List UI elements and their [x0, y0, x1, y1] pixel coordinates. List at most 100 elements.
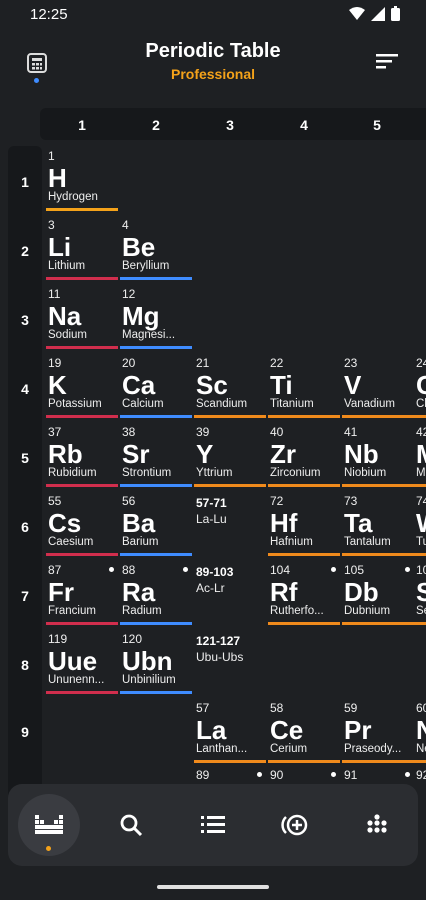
element-cell-scandium[interactable]: 21 Sc Scandium — [194, 354, 266, 418]
element-symbol: Sc — [196, 370, 228, 400]
category-bar — [46, 691, 118, 694]
category-bar — [342, 415, 414, 418]
radioactive-dot — [257, 772, 262, 777]
element-cell-yttrium[interactable]: 39 Y Yttrium — [194, 423, 266, 487]
element-cell-lanthanum[interactable]: 57 La Lanthan... — [194, 699, 266, 763]
element-name: Rubidium — [48, 467, 97, 479]
element-cell-seaborgium[interactable]: 106 S Se — [414, 561, 426, 625]
element-cell-actinium[interactable]: 89 — [194, 766, 266, 784]
element-cell-strontium[interactable]: 38 Sr Strontium — [120, 423, 192, 487]
element-cell-potassium[interactable]: 19 K Potassium — [46, 354, 118, 418]
element-cell-unbinilium[interactable]: 120 Ubn Unbinilium — [120, 630, 192, 694]
element-cell-zirconium[interactable]: 40 Zr Zirconium — [268, 423, 340, 487]
signal-icon — [371, 6, 385, 21]
element-name: Tantalum — [344, 536, 391, 548]
nav-list-button[interactable] — [182, 794, 244, 856]
element-cell-vanadium[interactable]: 23 V Vanadium — [342, 354, 414, 418]
atomic-number: 4 — [122, 218, 129, 232]
element-cell-rubidium[interactable]: 37 Rb Rubidium — [46, 423, 118, 487]
category-bar — [414, 760, 426, 763]
element-cell-titanium[interactable]: 22 Ti Titanium — [268, 354, 340, 418]
element-cell-lithium[interactable]: 3 Li Lithium — [46, 216, 118, 280]
element-cell-protactinium[interactable]: 91 — [342, 766, 414, 784]
element-cell-francium[interactable]: 87 Fr Francium — [46, 561, 118, 625]
element-cell-uranium[interactable]: 92 — [414, 766, 426, 784]
element-cell-sodium[interactable]: 11 Na Sodium — [46, 285, 118, 349]
element-cell-molybdenum[interactable]: 42 M Mo — [414, 423, 426, 487]
add-circle-icon — [281, 814, 308, 836]
home-indicator[interactable] — [157, 885, 269, 889]
element-name: Hafnium — [270, 536, 313, 548]
active-indicator — [46, 846, 51, 851]
element-symbol: Pr — [344, 715, 372, 745]
category-bar — [342, 553, 414, 556]
category-bar — [194, 415, 266, 418]
period-label: 8 — [21, 657, 29, 673]
series-label: Ubu-Ubs — [196, 650, 244, 664]
category-bar — [342, 622, 414, 625]
element-symbol: Db — [344, 577, 379, 607]
category-bar — [46, 484, 118, 487]
element-cell-tantalum[interactable]: 73 Ta Tantalum — [342, 492, 414, 556]
element-cell-tungsten[interactable]: 74 W Tu — [414, 492, 426, 556]
atomic-number: 39 — [196, 425, 210, 439]
category-bar — [46, 622, 118, 625]
search-icon — [120, 814, 143, 837]
element-cell-cerium[interactable]: 58 Ce Cerium — [268, 699, 340, 763]
element-cell-radium[interactable]: 88 Ra Radium — [120, 561, 192, 625]
element-symbol: S — [416, 577, 426, 607]
element-cell-barium[interactable]: 56 Ba Barium — [120, 492, 192, 556]
element-name: Praseody... — [344, 743, 402, 755]
element-name: Se — [416, 605, 426, 617]
element-cell-beryllium[interactable]: 4 Be Beryllium — [120, 216, 192, 280]
lanthanide-placeholder[interactable]: 57-71 La-Lu — [194, 492, 266, 532]
atomic-number: 41 — [344, 425, 358, 439]
radioactive-dot — [405, 567, 410, 572]
atomic-number: 88 — [122, 563, 136, 577]
element-symbol: Rb — [48, 439, 83, 469]
category-bar — [46, 208, 118, 211]
nav-search-button[interactable] — [100, 794, 162, 856]
element-name: Unbinilium — [122, 674, 176, 686]
category-bar — [414, 553, 426, 556]
element-name: Barium — [122, 536, 159, 548]
element-cell-praseodymium[interactable]: 59 Pr Praseody... — [342, 699, 414, 763]
category-bar — [120, 346, 192, 349]
element-cell-hydrogen[interactable]: 1 H Hydrogen — [46, 147, 118, 211]
nav-table-button[interactable] — [18, 794, 80, 856]
period-label: 3 — [21, 312, 29, 328]
element-symbol: Ta — [344, 508, 373, 538]
element-cell-chromium[interactable]: 24 C Ch — [414, 354, 426, 418]
element-cell-niobium[interactable]: 41 Nb Niobium — [342, 423, 414, 487]
element-name: Tu — [416, 536, 426, 548]
element-name: Lithium — [48, 260, 86, 272]
element-name: Ch — [416, 398, 426, 410]
group-label: 4 — [300, 117, 308, 133]
element-cell-rutherfordium[interactable]: 104 Rf Rutherfo... — [268, 561, 340, 625]
element-name: Yttrium — [196, 467, 233, 479]
element-symbol: M — [416, 439, 426, 470]
atomic-number: 92 — [416, 768, 426, 782]
element-cell-thorium[interactable]: 90 — [268, 766, 340, 784]
radioactive-dot — [109, 567, 114, 572]
category-bar — [120, 484, 192, 487]
atomic-number: 72 — [270, 494, 284, 508]
element-cell-caesium[interactable]: 55 Cs Caesium — [46, 492, 118, 556]
group-label: 1 — [78, 117, 86, 133]
sort-menu-icon[interactable] — [376, 52, 398, 70]
element-cell-neodymium[interactable]: 60 N Ne — [414, 699, 426, 763]
atomic-number: 90 — [270, 768, 284, 782]
element-cell-ununennium[interactable]: 119 Uue Ununenn... — [46, 630, 118, 694]
group-label: 2 — [152, 117, 160, 133]
nav-calculator-button[interactable] — [264, 794, 326, 856]
element-cell-hafnium[interactable]: 72 Hf Hafnium — [268, 492, 340, 556]
category-bar — [120, 415, 192, 418]
superactinide-placeholder[interactable]: 121-127 Ubu-Ubs — [194, 630, 266, 670]
element-cell-dubnium[interactable]: 105 Db Dubnium — [342, 561, 414, 625]
element-cell-magnesium[interactable]: 12 Mg Magnesi... — [120, 285, 192, 349]
nav-tools-button[interactable] — [346, 794, 408, 856]
actinide-placeholder[interactable]: 89-103 Ac-Lr — [194, 561, 266, 601]
element-cell-calcium[interactable]: 20 Ca Calcium — [120, 354, 192, 418]
atomic-number: 58 — [270, 701, 284, 715]
category-bar — [46, 415, 118, 418]
